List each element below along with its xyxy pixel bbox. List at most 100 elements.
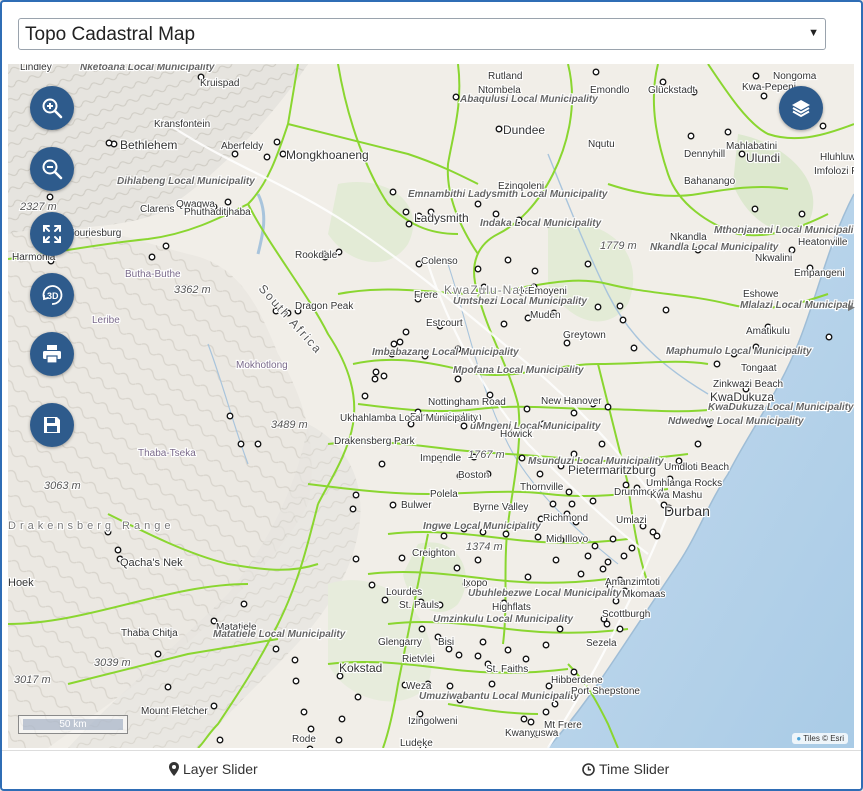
municipality-label: Imbabazane Local Municipality: [372, 347, 519, 358]
municipality-label: uMngeni Local Municipality: [470, 421, 601, 432]
place-label: Kokstad: [339, 661, 382, 675]
place-label: Durban: [664, 503, 710, 519]
elevation-label: 1779 m: [600, 240, 637, 252]
place-label: Glengarry: [378, 637, 422, 648]
3d-view-button[interactable]: 3D: [30, 273, 74, 317]
municipality-label: Mthonjaneni Local Municipality: [714, 225, 854, 236]
place-label: New Hanover: [541, 396, 602, 407]
region-label: Mokhotlong: [236, 360, 288, 371]
scale-bar: 50 km: [18, 715, 128, 734]
map-viewer-panel: Topo Cadastral Map ▼ Lindley Rutland Non…: [0, 0, 863, 791]
elevation-label: 3489 m: [271, 419, 308, 431]
municipality-label: Matatiele Local Municipality: [213, 629, 346, 640]
basemap-select[interactable]: Topo Cadastral Map ▼: [18, 18, 826, 50]
place-label: St. Pauls: [399, 600, 439, 611]
place-label: Qacha's Nek: [120, 557, 183, 569]
place-label: Amatikulu: [746, 326, 790, 337]
place-label: Boston: [458, 470, 489, 481]
place-label: Bethlehem: [120, 138, 177, 152]
clock-icon: [582, 762, 595, 776]
place-label: Nottingham Road: [428, 397, 506, 408]
place-label: Nongoma: [773, 71, 817, 82]
map-attribution: ● Tiles © Esri: [792, 733, 848, 744]
time-slider-tab[interactable]: Time Slider: [582, 761, 669, 777]
map-canvas[interactable]: Lindley Rutland Nongoma Emondlo Glücksta…: [8, 64, 854, 748]
globe-icon: ●: [796, 734, 802, 743]
place-label: Zinkwazi Beach: [713, 379, 783, 390]
place-label: Ntombela: [478, 85, 521, 96]
elevation-label: 3039 m: [94, 657, 131, 669]
place-label: Scottburgh: [602, 609, 650, 620]
printer-icon: [43, 345, 61, 364]
layers-button[interactable]: [779, 86, 823, 130]
elevation-label: 3017 m: [14, 674, 51, 686]
place-label: Clarens: [140, 204, 174, 215]
place-label: Kransfontein: [154, 119, 210, 130]
place-label: Port Shepstone: [571, 686, 640, 697]
elevation-label: 3362 m: [174, 284, 211, 296]
municipality-label: Maphumulo Local Municipality: [666, 346, 812, 357]
place-label: Kruispad: [200, 78, 239, 89]
zoom-out-button[interactable]: [30, 147, 74, 191]
place-label: Ezinqoleni: [498, 181, 544, 192]
save-button[interactable]: [30, 403, 74, 447]
municipality-label: Umtshezi Local Municipality: [453, 296, 587, 307]
attribution-text: Tiles © Esri: [803, 734, 844, 743]
place-label: Highflats: [492, 602, 531, 613]
full-extent-button[interactable]: [30, 212, 74, 256]
place-label: Thornville: [520, 482, 564, 493]
zoom-in-button[interactable]: [30, 86, 74, 130]
municipality-label: Ndwedwe Local Municipality: [668, 416, 804, 427]
place-label: Dragon Peak: [295, 301, 354, 312]
municipality-label: Mpofana Local Municipality: [453, 365, 584, 376]
basemap-select-value: Topo Cadastral Map: [25, 24, 196, 45]
place-label: Sezela: [586, 638, 617, 649]
place-label: Rietvlei: [402, 654, 435, 665]
scale-bar-label: 50 km: [23, 719, 123, 730]
place-label: Fouriesburg: [68, 228, 121, 239]
map-labels: Lindley Rutland Nongoma Emondlo Glücksta…: [8, 64, 854, 748]
place-label: Bahanango: [684, 176, 736, 187]
place-label: Mongkhoaneng: [286, 148, 369, 162]
place-label: Mt Frere: [544, 720, 582, 731]
region-label: KwaZulu-Natal: [444, 283, 536, 297]
expand-icon: [43, 225, 61, 243]
map-pin-icon: [169, 762, 179, 776]
country-label: South Africa: [256, 282, 326, 357]
place-label: Tongaat: [741, 363, 777, 374]
elevation-label: 1374 m: [466, 541, 503, 553]
elevation-label: 3063 m: [44, 480, 81, 492]
place-label: Ukhahlamba Local Municipality: [340, 413, 478, 424]
place-label: Mount Fletcher: [141, 706, 208, 717]
place-label: Nkwalini: [755, 253, 792, 264]
place-label: Eshowe: [743, 289, 779, 300]
municipality-label: Umzinkulu Local Municipality: [433, 614, 573, 625]
place-label: Byrne Valley: [473, 502, 528, 513]
place-label: Heatonville: [798, 237, 848, 248]
place-label: Dennyhill: [684, 149, 725, 160]
place-label: Empangeni: [794, 268, 845, 279]
layer-slider-tab[interactable]: Layer Slider: [169, 761, 258, 777]
municipality-label: Dihlabeng Local Municipality: [117, 176, 255, 187]
place-label: Ludeke: [400, 738, 433, 748]
region-label: Drakensberg Range: [8, 520, 174, 532]
place-label: Rookdale: [295, 250, 338, 261]
panel-collapse-handle[interactable]: ▶: [848, 302, 856, 322]
place-label: Nqutu: [588, 139, 615, 150]
place-label: St. Faiths: [486, 664, 528, 675]
print-button[interactable]: [30, 332, 74, 376]
municipality-label: Umuziwabantu Local Municipality: [419, 691, 579, 702]
layers-icon: [792, 100, 810, 118]
place-label: Polela: [430, 489, 458, 500]
place-label: Greytown: [563, 330, 606, 341]
place-label: Emoyeni: [528, 286, 567, 297]
place-label: Estcourt: [426, 318, 463, 329]
place-label: Rode: [292, 734, 316, 745]
zoom-out-icon: [42, 159, 63, 180]
place-label: Mkomaas: [622, 589, 665, 600]
place-label: Colenso: [421, 256, 458, 267]
place-label: Creighton: [412, 548, 455, 559]
region-label: Thaba-Tseka: [138, 448, 196, 459]
municipality-label: Ingwe Local Municipality: [423, 521, 541, 532]
3d-label: 3D: [47, 291, 59, 301]
